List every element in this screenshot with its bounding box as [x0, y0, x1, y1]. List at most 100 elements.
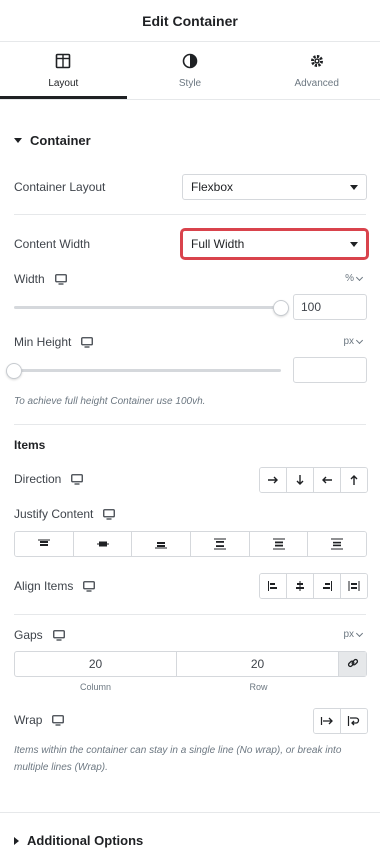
- container-layout-select[interactable]: Flexbox: [182, 174, 367, 200]
- gap-row-caption: Row: [249, 682, 268, 692]
- items-heading: Items: [14, 438, 46, 452]
- section-additional-title: Additional Options: [27, 833, 144, 848]
- divider: [14, 214, 366, 215]
- dropdown-arrow-icon: [350, 241, 358, 247]
- desktop-icon: [54, 274, 67, 285]
- container-layout-label: Container Layout: [14, 180, 105, 194]
- width-unit-selector[interactable]: %: [345, 273, 364, 284]
- justify-end-button[interactable]: [132, 532, 192, 556]
- chevron-down-icon: [355, 629, 364, 637]
- justify-start-button[interactable]: [15, 532, 74, 556]
- divider: [14, 424, 366, 425]
- gear-icon: [309, 53, 325, 72]
- gaps-unit-selector[interactable]: px: [343, 629, 364, 640]
- justify-space-between-button[interactable]: [191, 532, 250, 556]
- gaps-label-text: Gaps: [14, 628, 43, 642]
- width-unit-value: %: [345, 273, 354, 284]
- width-input[interactable]: 100: [293, 294, 367, 320]
- tab-style-label: Style: [178, 77, 202, 89]
- justify-content-label: Justify Content: [14, 507, 116, 521]
- tab-advanced[interactable]: Advanced: [253, 42, 380, 99]
- justify-space-around-button[interactable]: [249, 532, 309, 556]
- arrow-right-icon: [267, 474, 279, 486]
- min-height-label: Min Height: [14, 335, 94, 349]
- link-values-button[interactable]: [339, 652, 366, 676]
- align-center-button[interactable]: [287, 574, 314, 598]
- chevron-down-icon: [355, 336, 364, 344]
- width-slider-track[interactable]: [14, 306, 281, 309]
- space-evenly-icon: [330, 538, 344, 550]
- gap-row-input[interactable]: 20: [177, 652, 339, 676]
- justify-space-evenly-button[interactable]: [308, 532, 366, 556]
- wrap-button[interactable]: [341, 709, 367, 733]
- align-stretch-icon: [348, 580, 360, 592]
- tab-advanced-label: Advanced: [294, 77, 339, 89]
- justify-end-icon: [154, 538, 168, 550]
- gap-column-value: 20: [88, 657, 103, 671]
- direction-row-button[interactable]: [260, 468, 287, 492]
- gap-row-value: 20: [250, 657, 265, 671]
- divider: [0, 812, 380, 813]
- no-wrap-button[interactable]: [314, 709, 341, 733]
- panel-tabs: Layout Style Advanced: [0, 42, 380, 100]
- justify-center-button[interactable]: [73, 532, 133, 556]
- arrow-down-icon: [294, 474, 306, 486]
- gaps-inputs: 20 20: [14, 651, 367, 677]
- gaps-label: Gaps: [14, 628, 65, 642]
- caret-down-icon: [14, 138, 22, 143]
- justify-center-icon: [96, 538, 110, 550]
- min-height-label-text: Min Height: [14, 335, 72, 349]
- wrap-label: Wrap: [14, 713, 65, 727]
- contrast-icon: [182, 53, 198, 72]
- direction-column-button[interactable]: [287, 468, 314, 492]
- content-width-value: Full Width: [191, 237, 245, 251]
- align-items-buttons: [259, 573, 368, 599]
- panel-header: Edit Container: [0, 0, 380, 42]
- align-end-button[interactable]: [314, 574, 341, 598]
- content-width-select[interactable]: Full Width: [183, 231, 366, 257]
- direction-column-reverse-button[interactable]: [341, 468, 367, 492]
- arrow-left-icon: [321, 474, 333, 486]
- desktop-icon: [81, 337, 94, 348]
- width-input-value: 100: [301, 300, 322, 314]
- width-label: Width: [14, 272, 67, 286]
- wrap-hint: Items within the container can stay in a…: [14, 745, 342, 773]
- desktop-icon: [83, 581, 96, 592]
- align-end-icon: [321, 580, 333, 592]
- gap-column-input[interactable]: 20: [15, 652, 177, 676]
- direction-row-reverse-button[interactable]: [314, 468, 341, 492]
- tab-layout[interactable]: Layout: [0, 42, 127, 99]
- chevron-down-icon: [355, 273, 364, 281]
- align-stretch-button[interactable]: [341, 574, 367, 598]
- space-around-icon: [272, 538, 286, 550]
- content-width-label-text: Content Width: [14, 237, 91, 251]
- width-label-text: Width: [14, 272, 45, 286]
- width-slider-thumb[interactable]: [273, 300, 289, 316]
- desktop-icon: [103, 509, 116, 520]
- section-container-title: Container: [30, 133, 91, 148]
- tab-style[interactable]: Style: [127, 42, 254, 99]
- align-items-label: Align Items: [14, 579, 96, 593]
- section-additional-toggle[interactable]: Additional Options: [14, 833, 143, 848]
- section-container-toggle[interactable]: Container: [14, 133, 91, 148]
- min-height-slider-track[interactable]: [14, 369, 281, 372]
- desktop-icon: [52, 630, 65, 641]
- link-icon: [347, 657, 359, 672]
- min-height-slider-thumb[interactable]: [6, 363, 22, 379]
- wrap-buttons: [313, 708, 368, 734]
- gaps-unit-value: px: [343, 629, 354, 640]
- wrap-label-text: Wrap: [14, 713, 43, 727]
- divider: [14, 614, 366, 615]
- space-between-icon: [213, 538, 227, 550]
- justify-content-label-text: Justify Content: [14, 507, 94, 521]
- align-start-icon: [267, 580, 279, 592]
- min-height-unit-selector[interactable]: px: [343, 336, 364, 347]
- container-layout-value: Flexbox: [191, 180, 234, 194]
- justify-start-icon: [37, 538, 51, 550]
- caret-right-icon: [14, 836, 19, 845]
- layout-icon: [55, 53, 71, 72]
- container-layout-label-text: Container Layout: [14, 180, 106, 194]
- align-start-button[interactable]: [260, 574, 287, 598]
- min-height-input[interactable]: [293, 357, 367, 383]
- desktop-icon: [71, 474, 84, 485]
